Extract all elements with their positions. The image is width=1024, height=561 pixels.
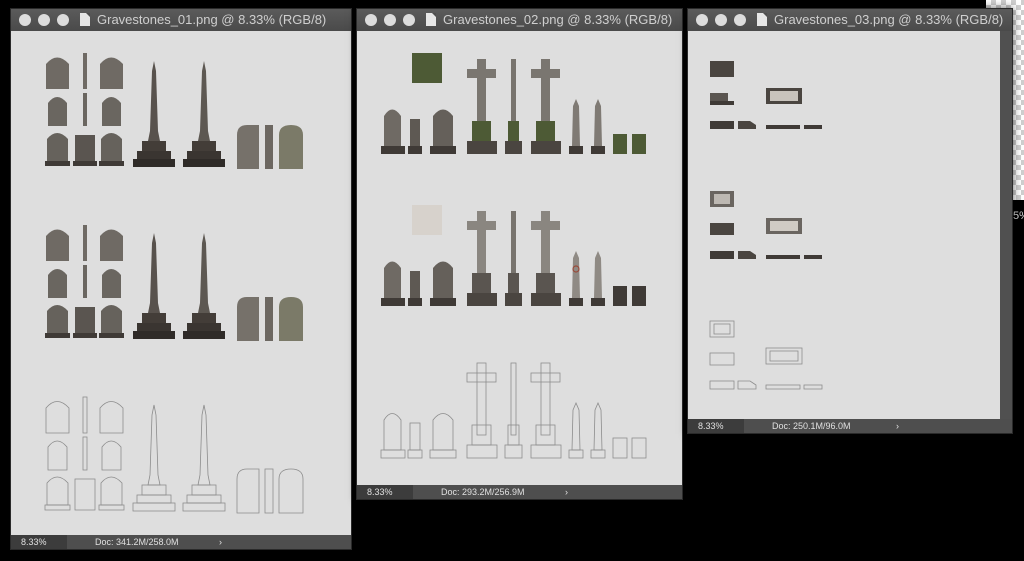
gravestone-row-2 — [45, 225, 303, 341]
gravestone-cross-outline-row — [380, 362, 647, 459]
minimize-window-button[interactable] — [38, 14, 50, 26]
gravestones-sheet-1 — [44, 53, 304, 514]
image-canvas[interactable] — [11, 31, 351, 535]
document-size-readout: Doc: 250.1M/96.0M — [772, 421, 851, 431]
window-title: Gravestones_01.png @ 8.33% (RGB/8) — [97, 12, 327, 27]
close-window-button[interactable] — [696, 14, 708, 26]
document-window-1[interactable]: Gravestones_01.png @ 8.33% (RGB/8) 8.33%… — [10, 8, 352, 550]
gravestone-outline-row — [44, 396, 304, 514]
image-canvas[interactable] — [357, 31, 682, 485]
image-canvas[interactable] — [688, 31, 1000, 419]
status-menu-arrow-icon[interactable]: › — [565, 485, 568, 499]
minimize-window-button[interactable] — [384, 14, 396, 26]
document-size-readout: Doc: 341.2M/258.0M — [95, 537, 179, 547]
gravestone-cross-row-1 — [381, 53, 646, 154]
document-size-readout: Doc: 293.2M/256.9M — [441, 487, 525, 497]
status-bar: 8.33% Doc: 341.2M/258.0M › — [11, 535, 351, 549]
slab-set-2 — [710, 191, 822, 259]
minimize-window-button[interactable] — [715, 14, 727, 26]
zoom-level-field[interactable]: 8.33% — [11, 535, 67, 549]
slab-set-1 — [710, 61, 822, 129]
slab-outline-set — [709, 320, 823, 390]
status-menu-arrow-icon[interactable]: › — [219, 535, 222, 549]
document-window-3[interactable]: Gravestones_03.png @ 8.33% (RGB/8) 8.33%… — [687, 8, 1013, 434]
document-icon — [426, 13, 436, 26]
close-window-button[interactable] — [365, 14, 377, 26]
close-window-button[interactable] — [19, 14, 31, 26]
document-icon — [757, 13, 767, 26]
window-title: Gravestones_03.png @ 8.33% (RGB/8) — [774, 12, 1004, 27]
window-title: Gravestones_02.png @ 8.33% (RGB/8) — [443, 12, 673, 27]
title-bar[interactable]: Gravestones_01.png @ 8.33% (RGB/8) — [11, 9, 351, 31]
gravestone-row-1 — [45, 53, 303, 169]
document-icon — [80, 13, 90, 26]
zoom-level-field[interactable]: 8.33% — [357, 485, 413, 499]
gravestones-sheet-3 — [709, 61, 823, 390]
gravestones-sheet-2 — [380, 53, 647, 459]
title-bar[interactable]: Gravestones_03.png @ 8.33% (RGB/8) — [688, 9, 1012, 31]
title-bar[interactable]: Gravestones_02.png @ 8.33% (RGB/8) — [357, 9, 682, 31]
status-menu-arrow-icon[interactable]: › — [896, 419, 899, 433]
status-bar: 8.33% Doc: 293.2M/256.9M › — [357, 485, 682, 499]
gravestone-cross-row-2 — [381, 205, 646, 306]
background-zoom-fragment: 5% — [1013, 210, 1024, 222]
maximize-window-button[interactable] — [403, 14, 415, 26]
status-bar: 8.33% Doc: 250.1M/96.0M › — [688, 419, 1012, 433]
zoom-level-field[interactable]: 8.33% — [688, 419, 744, 433]
document-window-2[interactable]: Gravestones_02.png @ 8.33% (RGB/8) 8.33%… — [356, 8, 683, 500]
maximize-window-button[interactable] — [734, 14, 746, 26]
maximize-window-button[interactable] — [57, 14, 69, 26]
